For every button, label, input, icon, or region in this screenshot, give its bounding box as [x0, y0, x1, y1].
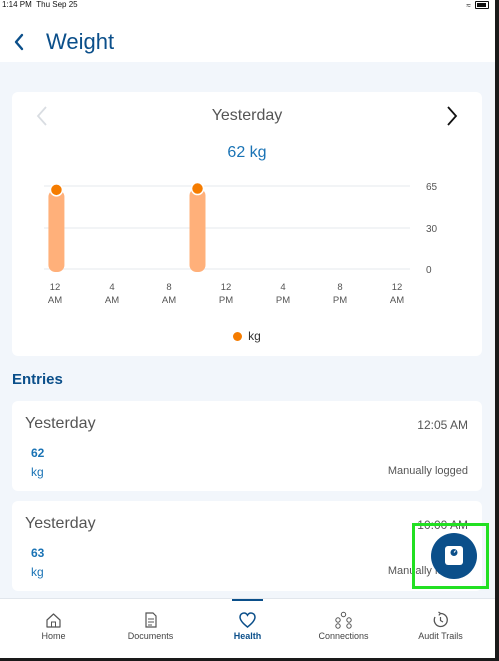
chart-bar [189, 188, 206, 272]
x-tick-label: 12 [392, 282, 403, 293]
history-icon [433, 611, 448, 628]
entries-heading: Entries [12, 371, 63, 388]
chart-grid [44, 185, 410, 270]
y-tick-label: 65 [426, 182, 438, 193]
chart-point [190, 181, 205, 196]
weight-chart: 65 30 0 12 AM 4 AM 8 AM 12 PM 4 PM 8 PM 12 AM [44, 181, 438, 306]
home-icon [46, 613, 61, 628]
y-axis-labels: 65 30 0 [426, 182, 438, 276]
x-tick-label: 4 [109, 282, 114, 293]
x-tick-label: AM [48, 295, 62, 306]
entry-source: Manually logged [387, 465, 468, 477]
bottom-navigation: Home Documents Health Connections Audit … [0, 598, 495, 659]
entry-time: 12:05 AM [417, 418, 468, 432]
app-header: Weight [0, 12, 495, 62]
chart-card: Yesterday 62 kg 65 30 0 12 AM 4 AM 8 AM 12 PM 4 P… [12, 92, 482, 356]
status-icons: ≈ [466, 0, 489, 10]
device-frame-edge [495, 0, 499, 661]
highlight-box [412, 523, 489, 589]
heart-icon [239, 612, 256, 628]
x-axis-labels: 12 AM 4 AM 8 AM 12 PM 4 PM 8 PM 12 AM [48, 282, 404, 306]
x-tick-label: PM [219, 295, 233, 306]
chart-bar [48, 189, 65, 272]
entry-value: 63 [31, 546, 45, 560]
legend-label: kg [248, 329, 261, 343]
entry-date: Yesterday [25, 415, 96, 432]
wifi-icon: ≈ [466, 1, 472, 10]
nav-health[interactable]: Health [198, 599, 297, 659]
x-tick-label: 8 [166, 282, 171, 293]
x-tick-label: AM [390, 295, 404, 306]
entry-unit: kg [31, 565, 44, 579]
battery-icon [475, 1, 489, 9]
nav-home[interactable]: Home [4, 599, 103, 659]
entry-card[interactable]: Yesterday 12:05 AM 62 kg Manually logged [12, 401, 482, 491]
x-tick-label: 12 [50, 282, 61, 293]
nav-connections[interactable]: Connections [294, 599, 393, 659]
chart-bars [48, 181, 206, 272]
back-button[interactable] [10, 30, 30, 54]
chart-point [49, 183, 64, 197]
page-title: Weight [46, 29, 115, 54]
x-tick-label: PM [333, 295, 347, 306]
nav-label: Health [233, 631, 262, 641]
nav-label: Home [41, 631, 66, 641]
entry-unit: kg [31, 465, 44, 479]
status-bar: 1:14 PM Thu Sep 25 ≈ [0, 0, 495, 12]
nav-label: Connections [318, 631, 369, 641]
nav-audit-trails[interactable]: Audit Trails [391, 599, 490, 659]
x-tick-label: 12 [221, 282, 232, 293]
nav-documents[interactable]: Documents [101, 599, 200, 659]
connections-icon [335, 611, 352, 629]
entry-value: 62 [31, 446, 45, 460]
status-time: 1:14 PM Thu Sep 25 [2, 0, 78, 9]
y-tick-label: 0 [426, 265, 432, 276]
x-tick-label: 8 [337, 282, 342, 293]
x-tick-label: AM [105, 295, 119, 306]
nav-label: Audit Trails [418, 631, 463, 641]
document-icon [145, 612, 157, 628]
x-tick-label: PM [276, 295, 290, 306]
y-tick-label: 30 [426, 224, 438, 235]
x-tick-label: AM [162, 295, 176, 306]
chevron-left-icon [14, 33, 24, 51]
x-tick-label: 4 [280, 282, 285, 293]
entry-date: Yesterday [25, 515, 96, 532]
legend-swatch [233, 332, 243, 342]
nav-label: Documents [127, 631, 174, 641]
chart-legend: kg [12, 329, 482, 343]
